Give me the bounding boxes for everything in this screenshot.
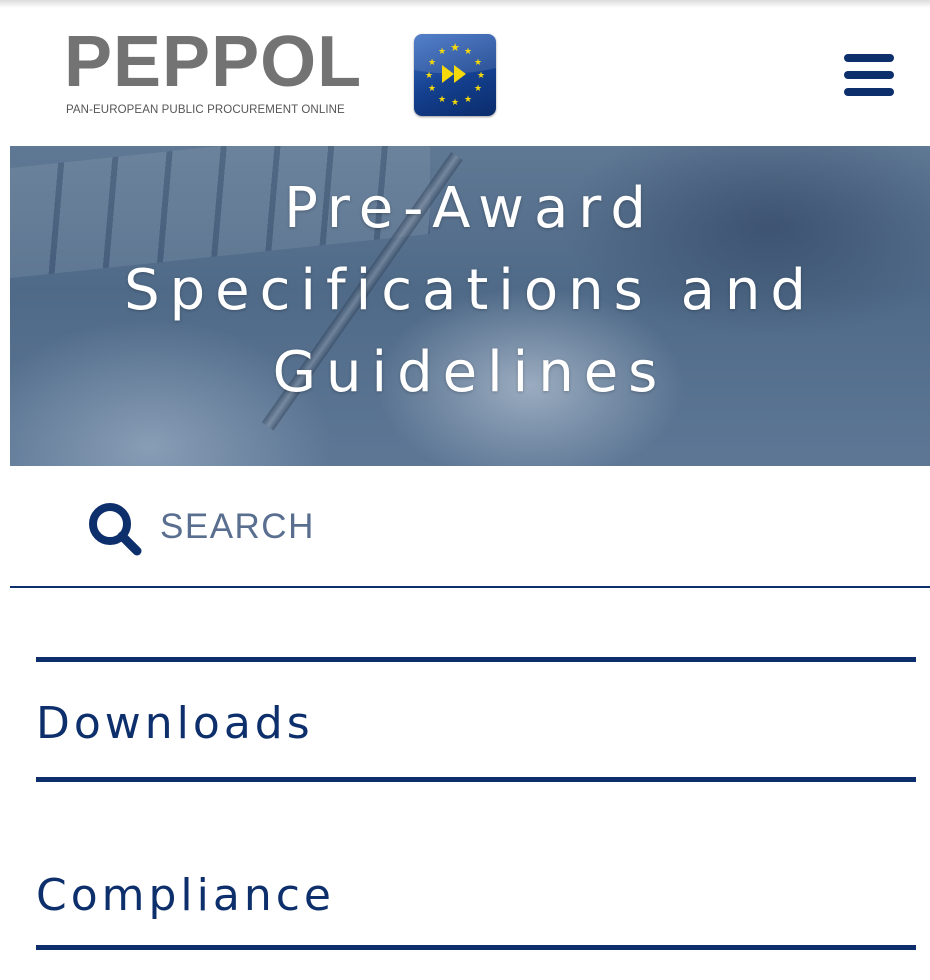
eu-stars-forward-icon: ★ ★ ★ ★ ★ ★ ★ ★ ★ ★ ★ ★ <box>414 34 496 116</box>
search-icon[interactable] <box>86 500 144 558</box>
menu-bar <box>844 71 894 79</box>
nav-item-downloads[interactable]: Downloads <box>36 657 916 777</box>
svg-text:★: ★ <box>438 47 446 57</box>
page-title: Pre-Award Specifications and Guidelines <box>10 168 930 414</box>
search-input[interactable] <box>160 502 760 552</box>
svg-text:★: ★ <box>474 84 482 94</box>
svg-text:★: ★ <box>450 41 460 54</box>
menu-bar <box>844 88 894 96</box>
hamburger-menu-icon[interactable] <box>842 52 896 98</box>
page-title-line: Specifications and <box>124 258 816 323</box>
svg-text:★: ★ <box>464 95 472 105</box>
site-header: PEPPOL PAN-EUROPEAN PUBLIC PROCUREMENT O… <box>0 0 930 146</box>
peppol-logo[interactable]: PEPPOL PAN-EUROPEAN PUBLIC PROCUREMENT O… <box>64 26 504 122</box>
svg-text:★: ★ <box>477 71 485 81</box>
page-title-line: Pre-Award <box>284 176 656 241</box>
nav-item-compliance[interactable]: Compliance <box>36 777 916 950</box>
logo-tagline: PAN-EUROPEAN PUBLIC PROCUREMENT ONLINE <box>66 104 345 116</box>
hero-banner: Pre-Award Specifications and Guidelines <box>10 146 930 466</box>
svg-text:★: ★ <box>428 84 436 94</box>
svg-text:★: ★ <box>438 95 446 105</box>
nav-item-label: Compliance <box>36 870 335 921</box>
section-nav: Downloads Compliance <box>36 657 916 950</box>
svg-text:★: ★ <box>425 71 433 81</box>
svg-text:★: ★ <box>451 98 459 108</box>
svg-text:★: ★ <box>428 58 436 68</box>
svg-text:★: ★ <box>474 58 482 68</box>
page-title-line: Guidelines <box>272 340 668 405</box>
menu-bar <box>844 54 894 62</box>
svg-text:★: ★ <box>464 47 472 57</box>
logo-wordmark: PEPPOL <box>64 22 363 102</box>
search-bar <box>10 466 930 588</box>
nav-item-label: Downloads <box>36 698 314 749</box>
